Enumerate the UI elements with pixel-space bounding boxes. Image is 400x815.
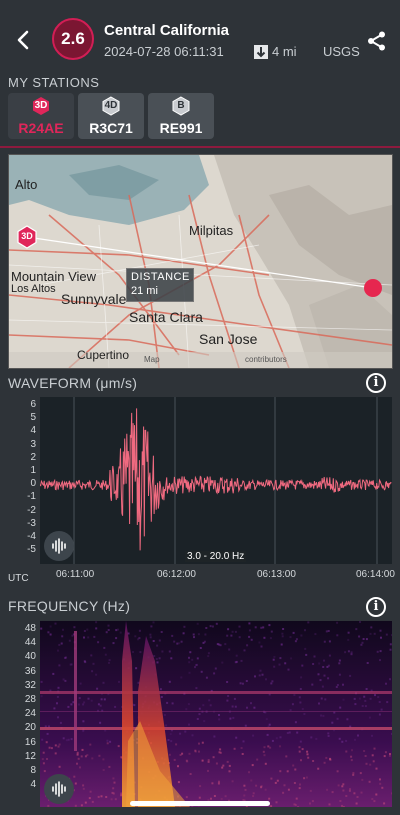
- y-tick-label: 36: [24, 665, 36, 677]
- y-tick-label: 40: [24, 651, 36, 663]
- share-button[interactable]: [366, 30, 388, 52]
- event-source: USGS: [323, 44, 360, 59]
- event-title: Central California: [104, 22, 230, 39]
- y-tick-label: 28: [24, 694, 36, 705]
- info-icon: i: [373, 375, 379, 390]
- y-tick-label: 44: [24, 637, 36, 649]
- y-tick-label: -5: [27, 544, 36, 556]
- filter-label: 3.0 - 20.0 Hz: [185, 551, 247, 562]
- y-tick-label: 6: [30, 399, 36, 410]
- frequency-info-button[interactable]: i: [366, 597, 386, 617]
- sound-wave-icon: [52, 781, 66, 797]
- waveform-info-button[interactable]: i: [366, 373, 386, 393]
- y-tick-label: -1: [27, 491, 36, 503]
- station-badge-label: 3D: [34, 100, 48, 111]
- x-tick-label: 06:11:00: [56, 569, 95, 580]
- y-tick-label: 48: [24, 623, 36, 634]
- y-tick-label: 4: [30, 425, 36, 437]
- y-tick-label: 16: [24, 736, 36, 748]
- x-tick-label: 06:12:00: [157, 569, 196, 580]
- map-label: Mountain View: [11, 269, 97, 284]
- station-marker-label: 3D: [21, 231, 33, 241]
- y-tick-label: 12: [24, 750, 36, 762]
- y-tick-label: 3: [30, 438, 36, 450]
- y-tick-label: 1: [30, 465, 36, 476]
- map-label: San Jose: [199, 331, 258, 347]
- magnitude-badge: 2.6: [52, 18, 94, 60]
- info-icon: i: [373, 599, 379, 614]
- sound-wave-icon: [52, 538, 66, 554]
- frequency-title: FREQUENCY (Hz): [8, 598, 131, 614]
- y-tick-label: 24: [24, 708, 36, 720]
- x-tick-label: 06:13:00: [257, 569, 296, 580]
- station-badge-label: B: [177, 100, 185, 111]
- station-tab-re991[interactable]: B RE991: [148, 93, 214, 139]
- home-indicator[interactable]: [130, 801, 270, 806]
- event-distance: 4 mi: [272, 44, 297, 59]
- waveform-x-unit: UTC: [8, 573, 29, 584]
- back-button[interactable]: [12, 26, 36, 54]
- y-tick-label: 20: [24, 722, 36, 734]
- station-tab-r24ae[interactable]: 3D R24AE: [8, 93, 74, 139]
- play-sound-button[interactable]: [44, 774, 74, 804]
- event-datetime: 2024-07-28 06:11:31: [104, 44, 224, 59]
- y-tick-label: -4: [27, 531, 36, 542]
- station-name: R24AE: [18, 120, 64, 136]
- waveform-title: WAVEFORM (μm/s): [8, 375, 138, 391]
- station-badge-label: 4D: [104, 100, 118, 111]
- map-label: Sunnyvale: [61, 291, 127, 307]
- y-tick-label: 8: [30, 765, 36, 776]
- map-label: Los Altos: [11, 283, 56, 295]
- spectrogram-plot: [40, 621, 392, 807]
- distance-callout-label: DISTANCE: [131, 271, 190, 283]
- stations-label: MY STATIONS: [8, 75, 100, 90]
- station-name: RE991: [159, 120, 203, 136]
- y-tick-label: 32: [24, 679, 36, 691]
- spectrogram-chart[interactable]: [40, 621, 392, 807]
- y-tick-label: 2: [30, 451, 36, 463]
- y-tick-label: 0: [30, 478, 36, 490]
- y-tick-label: 4: [30, 779, 36, 791]
- station-tab-r3c71[interactable]: 4D R3C71: [78, 93, 144, 139]
- map-label: Cupertino: [77, 348, 130, 362]
- waveform-plot: [39, 397, 392, 564]
- event-map[interactable]: Alto Milpitas Mountain View Los Altos Su…: [8, 154, 393, 369]
- distance-callout-value: 21 mi: [131, 285, 158, 297]
- map-label: Santa Clara: [129, 309, 203, 325]
- map-label: Alto: [15, 177, 38, 192]
- map-attribution: Map: [144, 355, 160, 364]
- map-attribution: contributors: [245, 355, 287, 364]
- x-tick-label: 06:14:00: [356, 569, 395, 580]
- epicenter-marker[interactable]: [364, 279, 382, 297]
- arrow-down-icon: [254, 45, 268, 59]
- y-tick-label: -3: [27, 517, 36, 529]
- share-icon: [368, 31, 385, 51]
- station-divider: [0, 146, 400, 148]
- y-tick-label: -2: [27, 504, 36, 516]
- chevron-left-icon: [17, 30, 29, 50]
- play-sound-button[interactable]: [44, 531, 74, 561]
- waveform-chart[interactable]: [39, 397, 392, 564]
- station-name: R3C71: [89, 120, 133, 136]
- y-tick-label: 5: [30, 412, 36, 424]
- map-label: Milpitas: [189, 223, 234, 238]
